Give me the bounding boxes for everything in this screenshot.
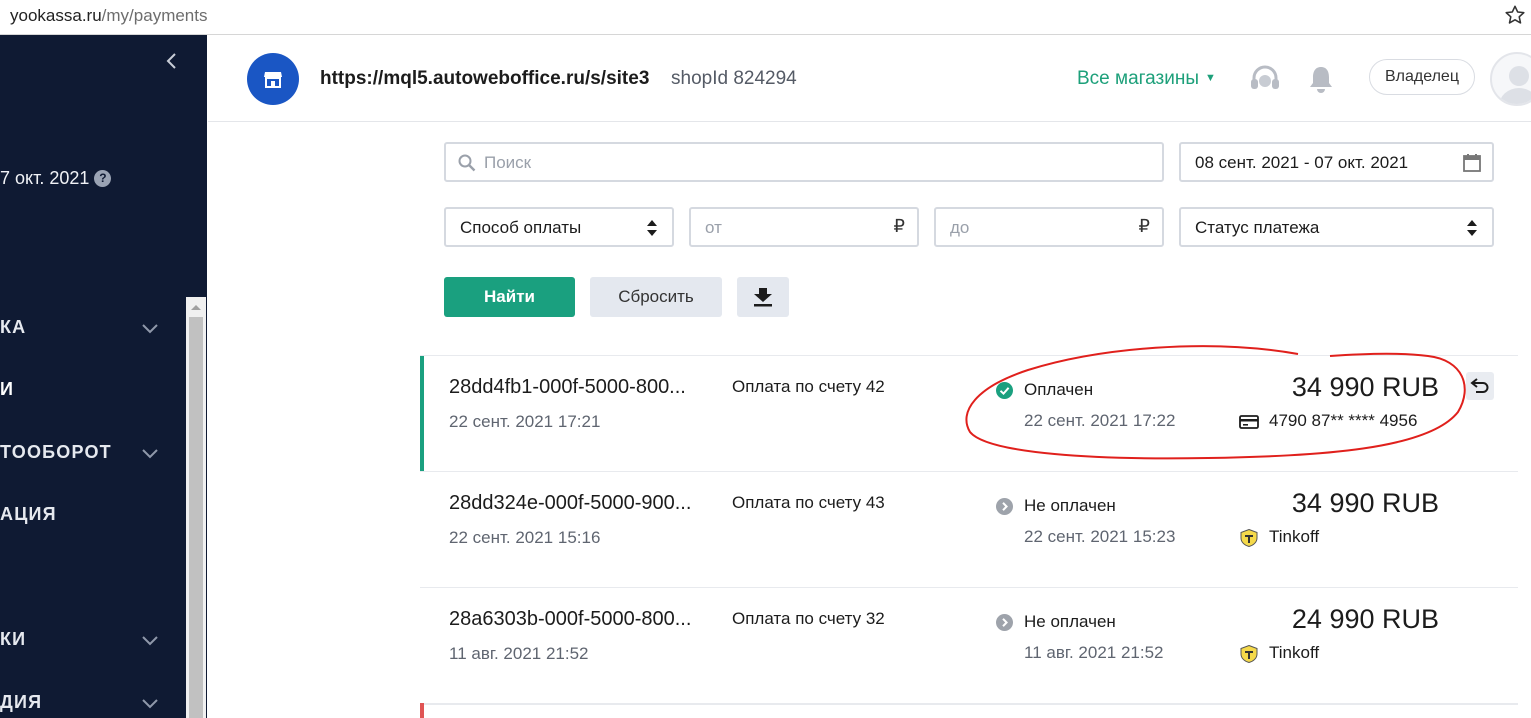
sidebar-item-4[interactable]: АЦИЯ: [0, 504, 180, 534]
sidebar-item-1[interactable]: КА: [0, 317, 180, 347]
download-icon: [754, 288, 772, 307]
payment-row[interactable]: 28dd324e-000f-5000-900... 22 сент. 2021 …: [420, 472, 1518, 589]
url-path: /my/payments: [101, 6, 208, 25]
payment-amount: 34 990 RUB: [1291, 488, 1439, 518]
caret-down-icon: ▼: [1205, 72, 1216, 84]
browser-address-bar: yookassa.ru/my/payments: [0, 0, 1531, 35]
payment-created-date: 11 авг. 2021 21:52: [449, 644, 589, 663]
tinkoff-icon: [1240, 529, 1258, 547]
sidebar-item-3[interactable]: ТООБОРОТ: [0, 442, 180, 472]
star-icon[interactable]: [1504, 4, 1526, 26]
payment-status-date: 22 сент. 2021 17:22: [1024, 411, 1176, 430]
calendar-icon: [1463, 154, 1481, 172]
sidebar: 7 окт. 2021? КА И ТООБОРОТ АЦИЯ КИ ДИЯ: [0, 35, 207, 718]
amount-to-input[interactable]: до ₽: [934, 207, 1164, 247]
payment-description: Оплата по счету 32: [732, 609, 885, 628]
ruble-icon: ₽: [1138, 216, 1150, 236]
payment-status: Не оплачен: [1024, 496, 1116, 515]
search-icon: [458, 154, 476, 172]
payment-id: 28dd4fb1-000f-5000-800...: [449, 376, 686, 398]
download-button[interactable]: [737, 277, 789, 317]
payment-amount: 34 990 RUB: [1291, 372, 1439, 402]
ruble-icon: ₽: [893, 216, 905, 236]
top-header: https://mql5.autoweboffice.ru/s/site3 sh…: [208, 35, 1531, 122]
question-circle-icon[interactable]: ?: [94, 170, 112, 187]
shop-url[interactable]: https://mql5.autoweboffice.ru/s/site3: [320, 68, 649, 90]
amount-from-placeholder: от: [705, 218, 722, 237]
chevron-down-icon: [142, 699, 158, 709]
chevron-left-icon[interactable]: [164, 53, 180, 69]
sort-arrows-icon: [647, 220, 657, 236]
payment-id: 28dd324e-000f-5000-900...: [449, 492, 692, 514]
payment-id: 28a6303b-000f-5000-800...: [449, 608, 692, 630]
undo-icon: [1470, 378, 1489, 393]
reset-button[interactable]: Сбросить: [590, 277, 722, 317]
payment-row[interactable]: 28a6303b-000f-5000-800... 11 авг. 2021 2…: [420, 588, 1518, 705]
search-input[interactable]: Поиск: [444, 142, 1164, 182]
address-url[interactable]: yookassa.ru/my/payments: [10, 6, 207, 26]
chevron-down-icon: [142, 449, 158, 459]
payment-method: Tinkoff: [1269, 527, 1320, 546]
payment-description: Оплата по счету 42: [732, 377, 885, 396]
owner-role-button[interactable]: Владелец: [1369, 59, 1475, 95]
row-status-accent: [420, 703, 424, 718]
all-shops-dropdown[interactable]: Все магазины ▼: [1077, 68, 1216, 90]
sidebar-item-6[interactable]: ДИЯ: [0, 692, 180, 718]
row-status-accent: [420, 356, 424, 471]
sidebar-item-label: ТООБОРОТ: [0, 442, 112, 462]
date-range-value: 08 сент. 2021 - 07 окт. 2021: [1195, 153, 1409, 172]
headset-icon[interactable]: [1248, 62, 1282, 96]
scroll-up-arrow-icon[interactable]: [190, 303, 202, 311]
payment-row[interactable]: 28dd4fb1-000f-5000-800... 22 сент. 2021 …: [420, 355, 1518, 473]
payment-status: Не оплачен: [1024, 612, 1116, 631]
amount-from-input[interactable]: от ₽: [689, 207, 919, 247]
sidebar-item-label: ДИЯ: [0, 692, 43, 712]
url-host: yookassa.ru: [10, 6, 102, 25]
date-range-picker[interactable]: 08 сент. 2021 - 07 окт. 2021: [1179, 142, 1494, 182]
find-button[interactable]: Найти: [444, 277, 575, 317]
payment-method-label: Способ оплаты: [460, 218, 582, 237]
payment-method: 4790 87** **** 4956: [1269, 411, 1418, 430]
payment-amount: 24 990 RUB: [1291, 604, 1439, 634]
sidebar-item-label: АЦИЯ: [0, 504, 57, 524]
user-icon: [1499, 66, 1531, 104]
chevron-down-icon: [142, 324, 158, 334]
check-circle-icon: [996, 382, 1013, 399]
amount-to-placeholder: до: [950, 218, 970, 237]
payment-description: Оплата по счету 43: [732, 493, 885, 512]
payment-status-date: 22 сент. 2021 15:23: [1024, 527, 1176, 546]
chevron-down-icon: [142, 636, 158, 646]
chevron-circle-icon: [996, 614, 1013, 631]
sort-arrows-icon: [1467, 220, 1477, 236]
payment-status-label: Статус платежа: [1195, 218, 1320, 237]
sidebar-item-label: КИ: [0, 629, 27, 649]
credit-card-icon: [1239, 415, 1259, 429]
search-placeholder: Поиск: [484, 153, 532, 172]
sidebar-item-5[interactable]: КИ: [0, 629, 180, 659]
avatar[interactable]: [1490, 52, 1531, 106]
sidebar-item-label: И: [0, 379, 15, 399]
refund-button[interactable]: [1466, 372, 1494, 400]
payment-method: Tinkoff: [1269, 643, 1320, 662]
sidebar-item-label: КА: [0, 317, 27, 337]
shop-id: shopId 824294: [671, 68, 797, 89]
shop-avatar[interactable]: [247, 53, 299, 105]
payment-method-select[interactable]: Способ оплаты: [444, 207, 674, 247]
store-icon: [264, 72, 282, 88]
payment-status-date: 11 авг. 2021 21:52: [1024, 643, 1164, 662]
sidebar-item-2[interactable]: И: [0, 379, 180, 409]
sidebar-scrollbar[interactable]: [186, 297, 206, 718]
payment-status-select[interactable]: Статус платежа: [1179, 207, 1494, 247]
payment-status: Оплачен: [1024, 380, 1094, 399]
chevron-circle-icon: [996, 498, 1013, 515]
scrollbar-thumb[interactable]: [189, 317, 203, 718]
payment-created-date: 22 сент. 2021 15:16: [449, 528, 601, 547]
payment-created-date: 22 сент. 2021 17:21: [449, 412, 601, 431]
tinkoff-icon: [1240, 645, 1258, 663]
sidebar-date-range: 7 окт. 2021?: [0, 168, 112, 189]
bell-icon[interactable]: [1306, 64, 1336, 94]
